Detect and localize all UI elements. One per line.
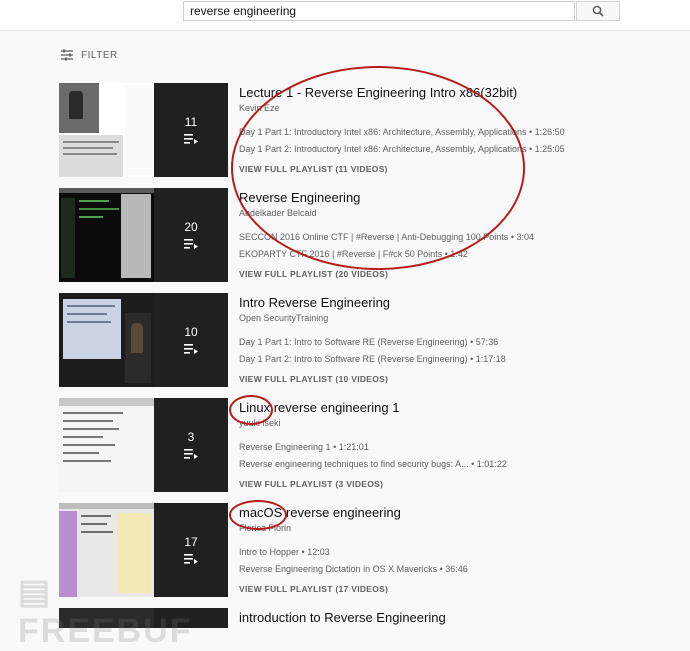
playlist-row: 11 Lecture 1 - Reverse Engineering Intro… — [59, 83, 679, 177]
playlist-title[interactable]: Reverse Engineering — [239, 190, 679, 205]
playlist-row: 20 Reverse Engineering Abdelkader Belcai… — [59, 188, 679, 282]
playlist-count-overlay: 11 — [154, 83, 228, 177]
video-title: Reverse Engineering 1 — [239, 442, 331, 452]
filter-button[interactable]: FILTER — [60, 49, 118, 61]
playlist-thumbnail[interactable]: 11 — [59, 83, 228, 177]
video-title: Intro to Hopper — [239, 547, 300, 557]
filter-label: FILTER — [81, 49, 118, 61]
playlist-title[interactable]: Lecture 1 - Reverse Engineering Intro x8… — [239, 85, 679, 100]
video-duration: 1:26:50 — [534, 127, 565, 137]
video-duration: 1:21:01 — [338, 442, 369, 452]
view-full-playlist-link[interactable]: VIEW FULL PLAYLIST (11 VIDEOS) — [239, 164, 388, 174]
playlist-video-item[interactable]: Reverse Engineering 1 • 1:21:01 — [239, 442, 369, 452]
playlist-thumbnail[interactable]: 20 — [59, 188, 228, 282]
playlist-title[interactable]: Linux reverse engineering 1 — [239, 400, 679, 415]
video-count: 20 — [184, 220, 198, 234]
playlist-row: 10 Intro Reverse Engineering Open Securi… — [59, 293, 679, 387]
filter-icon — [61, 49, 73, 61]
video-duration: 3:04 — [516, 232, 534, 242]
playlist-thumbnail[interactable]: 3 — [59, 398, 228, 492]
playlist-icon — [184, 554, 198, 564]
playlist-video-item[interactable]: Intro to Hopper • 12:03 — [239, 547, 330, 557]
video-count: 17 — [184, 535, 198, 549]
video-duration: 1:01:22 — [476, 459, 507, 469]
channel-name[interactable]: Abdelkader Belcaid — [239, 208, 679, 218]
search-input[interactable] — [183, 1, 575, 21]
top-bar — [0, 0, 690, 31]
playlist-video-item[interactable]: Day 1 Part 1: Introductory Intel x86: Ar… — [239, 127, 565, 137]
playlist-video-item[interactable]: Reverse engineering techniques to find s… — [239, 459, 507, 469]
view-full-playlist-link[interactable]: VIEW FULL PLAYLIST (17 VIDEOS) — [239, 584, 388, 594]
playlist-count-overlay: 20 — [154, 188, 228, 282]
video-title: Reverse engineering techniques to find s… — [239, 459, 469, 469]
video-title: Day 1 Part 2: Introductory Intel x86: Ar… — [239, 144, 527, 154]
view-full-playlist-link[interactable]: VIEW FULL PLAYLIST (10 VIDEOS) — [239, 374, 388, 384]
playlist-video-item[interactable]: SECCON 2016 Online CTF | #Reverse | Anti… — [239, 232, 534, 242]
playlist-video-item[interactable]: Day 1 Part 1: Intro to Software RE (Reve… — [239, 337, 498, 347]
video-duration: 1:25:05 — [534, 144, 565, 154]
video-duration: 57:36 — [475, 337, 499, 347]
playlist-icon — [184, 449, 198, 459]
search-icon — [592, 5, 604, 17]
video-title: SECCON 2016 Online CTF | #Reverse | Anti… — [239, 232, 509, 242]
channel-name[interactable]: Kevin Eze — [239, 103, 679, 113]
video-duration: 1:17:18 — [475, 354, 506, 364]
video-duration: 12:03 — [307, 547, 330, 557]
video-title: Reverse Engineering Dictation in OS X Ma… — [239, 564, 438, 574]
playlist-title[interactable]: Intro Reverse Engineering — [239, 295, 679, 310]
video-title: Day 1 Part 2: Intro to Software RE (Reve… — [239, 354, 468, 364]
playlist-icon — [184, 134, 198, 144]
video-title: Day 1 Part 1: Intro to Software RE (Reve… — [239, 337, 468, 347]
video-count: 10 — [184, 325, 198, 339]
playlist-title[interactable]: introduction to Reverse Engineering — [239, 610, 679, 625]
playlist-icon — [184, 239, 198, 249]
playlist-video-item[interactable]: Day 1 Part 2: Introductory Intel x86: Ar… — [239, 144, 565, 154]
playlist-title[interactable]: macOS reverse engineering — [239, 505, 679, 520]
playlist-video-item[interactable]: EKOPARTY CTF 2016 | #Reverse | F#ck 50 P… — [239, 249, 468, 259]
video-count: 3 — [187, 430, 195, 444]
video-title: Day 1 Part 1: Introductory Intel x86: Ar… — [239, 127, 527, 137]
playlist-row: 3 Linux reverse engineering 1 yuuki isek… — [59, 398, 679, 492]
playlist-thumbnail[interactable]: 10 — [59, 293, 228, 387]
video-duration: 1:42 — [450, 249, 468, 259]
video-duration: 36:46 — [445, 564, 468, 574]
channel-name[interactable]: Florica Florin — [239, 523, 679, 533]
playlist-icon — [184, 344, 198, 354]
playlist-count-overlay: 3 — [154, 398, 228, 492]
search-button[interactable] — [576, 1, 620, 21]
channel-name[interactable]: Open SecurityTraining — [239, 313, 679, 323]
channel-name[interactable]: yuuki iseki — [239, 418, 679, 428]
video-title: EKOPARTY CTF 2016 | #Reverse | F#ck 50 P… — [239, 249, 443, 259]
view-full-playlist-link[interactable]: VIEW FULL PLAYLIST (3 VIDEOS) — [239, 479, 383, 489]
video-count: 11 — [184, 115, 198, 129]
playlist-video-item[interactable]: Day 1 Part 2: Intro to Software RE (Reve… — [239, 354, 506, 364]
playlist-count-overlay: 10 — [154, 293, 228, 387]
view-full-playlist-link[interactable]: VIEW FULL PLAYLIST (20 VIDEOS) — [239, 269, 388, 279]
playlist-video-item[interactable]: Reverse Engineering Dictation in OS X Ma… — [239, 564, 468, 574]
watermark-logo: ▤ FREEBUF — [18, 573, 193, 650]
